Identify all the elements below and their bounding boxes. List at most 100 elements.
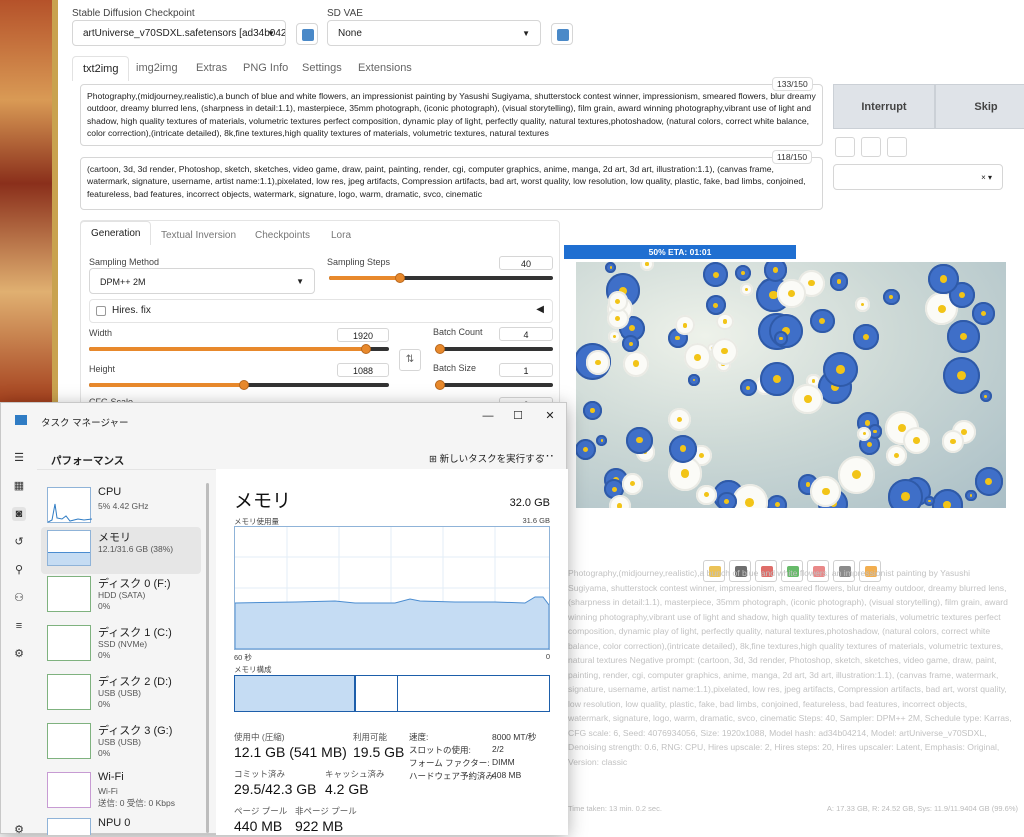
slots-label: スロットの使用: (409, 745, 471, 755)
tab-png-info[interactable]: PNG Info (243, 62, 288, 74)
chevron-down-icon: ▼ (522, 29, 530, 38)
negative-prompt-textarea[interactable]: (cartoon, 3d, 3d render, Photoshop, sket… (80, 157, 823, 210)
sampling-steps-slider[interactable] (329, 273, 553, 283)
sampling-steps-input[interactable]: 40 (499, 256, 553, 270)
sampling-method-select[interactable]: DPM++ 2M ▼ (89, 268, 315, 294)
services-icon[interactable]: ⚙ (12, 647, 26, 661)
users-icon[interactable]: ⚇ (12, 591, 26, 605)
tab-settings[interactable]: Settings (302, 62, 342, 74)
time-taken: Time taken: 13 min. 0.2 sec. (568, 804, 662, 813)
resource-disk-3[interactable]: ディスク 3 (G:) USB (USB) 0% (41, 720, 201, 767)
blue-flower (773, 331, 789, 346)
refresh-checkpoint-button[interactable] (296, 23, 318, 45)
progress-bar: 50% ETA: 01:01 (564, 245, 1024, 259)
resource-usage: 0% (98, 650, 111, 660)
checkpoint-select[interactable]: artUniverse_v70SDXL.safetensors [ad34b04… (72, 20, 286, 46)
interrupt-button[interactable]: Interrupt (833, 84, 935, 129)
batch-size-slider[interactable] (435, 380, 553, 390)
white-flower (731, 484, 769, 508)
width-input[interactable]: 1920 (337, 328, 389, 342)
composition-label: メモリ構成 (234, 665, 272, 674)
startup-apps-icon[interactable]: ⚲ (12, 563, 26, 577)
resource-cpu[interactable]: CPU 5% 4.42 GHz (41, 484, 201, 531)
clipboard-icon[interactable] (887, 137, 907, 157)
blue-flower (576, 438, 597, 461)
tab-img2img[interactable]: img2img (136, 62, 178, 74)
tab-generation[interactable]: Generation (80, 221, 152, 245)
swap-dimensions-button[interactable]: ⇅ (399, 349, 421, 371)
slider-handle[interactable] (395, 273, 405, 283)
processes-icon[interactable]: ▦ (12, 479, 26, 493)
resource-name: Wi-Fi (98, 771, 124, 783)
white-flower (675, 315, 695, 336)
hires-fix-checkbox[interactable] (96, 306, 106, 316)
maximize-icon[interactable]: ☐ (509, 407, 527, 425)
blue-flower (583, 401, 602, 420)
scrollbar[interactable] (206, 483, 209, 833)
tab-extras[interactable]: Extras (196, 62, 227, 74)
style-apply-button[interactable] (835, 137, 855, 157)
available-value: 19.5 GB (353, 744, 405, 760)
white-flower (740, 283, 753, 296)
slider-handle[interactable] (435, 380, 445, 390)
minimize-icon[interactable]: — (479, 407, 497, 425)
tab-lora[interactable]: Lora (331, 230, 351, 241)
disk-thumbnail-graph (47, 674, 91, 710)
tab-extensions[interactable]: Extensions (358, 62, 412, 74)
resource-disk-0[interactable]: ディスク 0 (F:) HDD (SATA) 0% (41, 573, 201, 620)
resource-npu[interactable]: NPU 0 (41, 815, 201, 835)
title-bar: タスク マネージャー — ☐ ✕ (1, 403, 568, 433)
batch-size-input[interactable]: 1 (499, 363, 553, 377)
generation-info: Photography,(midjourney,realistic),a bun… (568, 568, 1012, 767)
progress-text: 50% ETA: 01:01 (648, 247, 712, 257)
slider-handle[interactable] (435, 344, 445, 354)
blue-flower (829, 272, 849, 291)
slider-handle[interactable] (239, 380, 249, 390)
blue-flower (928, 263, 959, 295)
nonpaged-pool-label: 非ページ プール (295, 806, 357, 816)
slider-handle[interactable] (361, 344, 371, 354)
standby-divider (397, 676, 398, 711)
resource-memory[interactable]: メモリ 12.1/31.6 GB (38%) (41, 527, 201, 574)
white-flower (886, 444, 908, 466)
disk-thumbnail-graph (47, 723, 91, 759)
settings-icon[interactable]: ⚙ (12, 823, 26, 837)
blue-flower (947, 320, 980, 353)
blue-flower (763, 262, 788, 282)
refresh-vae-button[interactable] (551, 23, 573, 45)
tab-checkpoints[interactable]: Checkpoints (255, 230, 310, 241)
available-label: 利用可能 (353, 732, 388, 742)
disk-thumbnail-graph (47, 625, 91, 661)
width-slider[interactable] (89, 344, 389, 354)
more-options-icon[interactable]: ⋯ (541, 448, 554, 464)
performance-icon[interactable]: ◙ (12, 507, 26, 521)
close-icon[interactable]: ✕ (541, 407, 559, 425)
details-icon[interactable]: ≡ (12, 619, 26, 633)
hamburger-menu-icon[interactable]: ☰ (12, 451, 26, 465)
tab-txt2img[interactable]: txt2img (72, 56, 130, 81)
resource-disk-2[interactable]: ディスク 2 (D:) USB (USB) 0% (41, 671, 201, 718)
run-new-task-button[interactable]: ⊞ 新しいタスクを実行する (429, 451, 544, 465)
skip-button[interactable]: Skip (935, 84, 1024, 129)
white-flower (792, 383, 824, 415)
vae-select[interactable]: None ▼ (327, 20, 541, 46)
app-history-icon[interactable]: ↺ (12, 535, 26, 549)
negative-token-counter: 118/150 (772, 150, 813, 164)
resource-wifi[interactable]: Wi-Fi Wi-Fi 送信: 0 受信: 0 Kbps (41, 769, 201, 816)
resource-disk-1[interactable]: ディスク 1 (C:) SSD (NVMe) 0% (41, 622, 201, 669)
generated-image-preview[interactable] (576, 262, 1006, 508)
batch-count-input[interactable]: 4 (499, 327, 553, 341)
styles-select[interactable]: × ▾ (833, 164, 1003, 190)
batch-count-slider[interactable] (435, 344, 553, 354)
height-slider[interactable] (89, 380, 389, 390)
trash-icon[interactable] (861, 137, 881, 157)
height-input[interactable]: 1088 (337, 363, 389, 377)
blue-flower (596, 434, 608, 446)
blue-flower (716, 491, 737, 508)
white-flower (837, 456, 876, 494)
resource-usage: 0% (98, 748, 111, 758)
tab-textual-inversion[interactable]: Textual Inversion (161, 230, 236, 241)
generation-panel: Generation Textual Inversion Checkpoints… (80, 220, 560, 411)
prompt-textarea[interactable]: Photography,(midjourney,realistic),a bun… (80, 84, 823, 146)
hires-fix-accordion[interactable]: Hires. fix ◀ (89, 299, 553, 323)
